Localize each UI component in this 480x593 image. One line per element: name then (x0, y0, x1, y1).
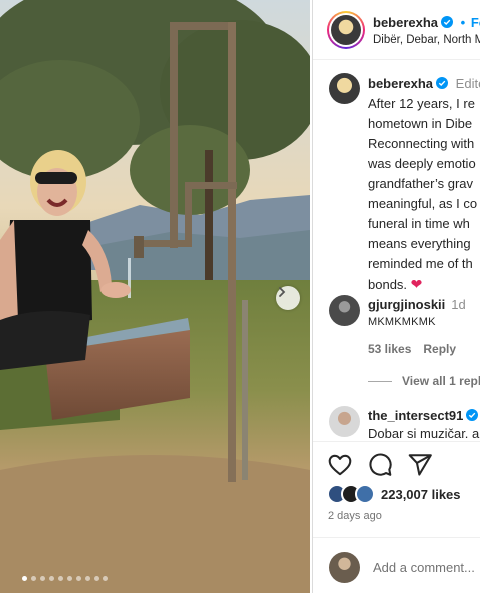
carousel-dot (76, 576, 81, 581)
carousel-indicators (0, 576, 150, 581)
author-story-ring[interactable] (327, 11, 365, 49)
author-username[interactable]: beberexha (373, 15, 438, 30)
comment-likes-count[interactable]: 53 likes (368, 342, 411, 356)
post-side-panel: beberexha • Fo Dibër, Debar, North M beb… (312, 0, 480, 593)
carousel-dot (40, 576, 45, 581)
post-timestamp[interactable]: 2 days ago (328, 510, 382, 522)
comment-time[interactable]: 1d (451, 297, 465, 312)
comment-avatar[interactable] (329, 295, 360, 326)
caption-line: hometown in Dibe (368, 116, 473, 131)
next-slide-button[interactable] (276, 286, 300, 310)
follow-button[interactable]: Fo (471, 15, 480, 30)
red-heart-emoji: ❤ (410, 276, 423, 292)
caption-line: reminded me of th (368, 256, 473, 271)
caption-line: grandfather’s grav (368, 176, 474, 191)
caption-line: was deeply emotio (368, 156, 476, 171)
comment-header: the_intersect91 (368, 407, 479, 425)
carousel-dot (67, 576, 72, 581)
liker-avatar (355, 484, 375, 504)
comment-username[interactable]: gjurgjinoskii (368, 297, 445, 312)
divider (313, 537, 480, 538)
carousel-dot (22, 576, 27, 581)
comment-text: MKMKMKMK (368, 316, 436, 328)
comment-text: Dobar si muzičar. a (368, 426, 480, 441)
caption-author-avatar[interactable] (329, 73, 360, 104)
caption-line: funeral in time wh (368, 216, 470, 231)
comment-header: gjurgjinoskii 1d (368, 296, 480, 314)
comment-username[interactable]: the_intersect91 (368, 408, 463, 423)
carousel-dot (85, 576, 90, 581)
verified-badge-icon (436, 77, 449, 89)
heart-icon[interactable] (327, 452, 353, 478)
caption-line: means everything (368, 236, 471, 251)
author-avatar[interactable] (331, 15, 361, 45)
caption-edited-label: Edite (455, 76, 480, 91)
post-header: beberexha • Fo Dibër, Debar, North M (313, 0, 480, 60)
verified-badge-icon (441, 16, 454, 28)
post-caption: beberexha Edite After 12 years, I re hom… (368, 74, 480, 295)
follow-separator: • (460, 15, 466, 30)
post-photo[interactable] (0, 0, 310, 593)
header-title-row: beberexha • Fo (373, 15, 480, 30)
divider (313, 441, 480, 442)
caption-line: meaningful, as I co (368, 196, 478, 211)
comment-avatar[interactable] (329, 406, 360, 437)
comment-icon[interactable] (367, 452, 393, 478)
view-replies-button[interactable]: View all 1 repli (368, 374, 480, 388)
carousel-dot (94, 576, 99, 581)
post-actions (327, 452, 433, 478)
likes-count[interactable]: 223,007 likes (381, 487, 461, 502)
caption-line: After 12 years, I re (368, 96, 475, 111)
comment-meta: 53 likes Reply (368, 342, 456, 356)
caption-line: Reconnecting with (368, 136, 475, 151)
carousel-dot (31, 576, 36, 581)
carousel-dot (58, 576, 63, 581)
caption-line: bonds. (368, 277, 408, 292)
caption-username[interactable]: beberexha (368, 76, 433, 91)
likes-summary[interactable]: 223,007 likes (327, 484, 461, 504)
share-icon[interactable] (407, 452, 433, 478)
comment-reply-button[interactable]: Reply (423, 342, 456, 356)
carousel-dot (49, 576, 54, 581)
chevron-right-icon (279, 287, 286, 297)
carousel-dot (103, 576, 108, 581)
current-user-avatar (329, 552, 360, 583)
verified-badge-icon (466, 409, 479, 421)
add-comment-input[interactable]: Add a comment... (373, 560, 480, 575)
post-image (0, 0, 310, 593)
post-location[interactable]: Dibër, Debar, North M (373, 34, 480, 46)
